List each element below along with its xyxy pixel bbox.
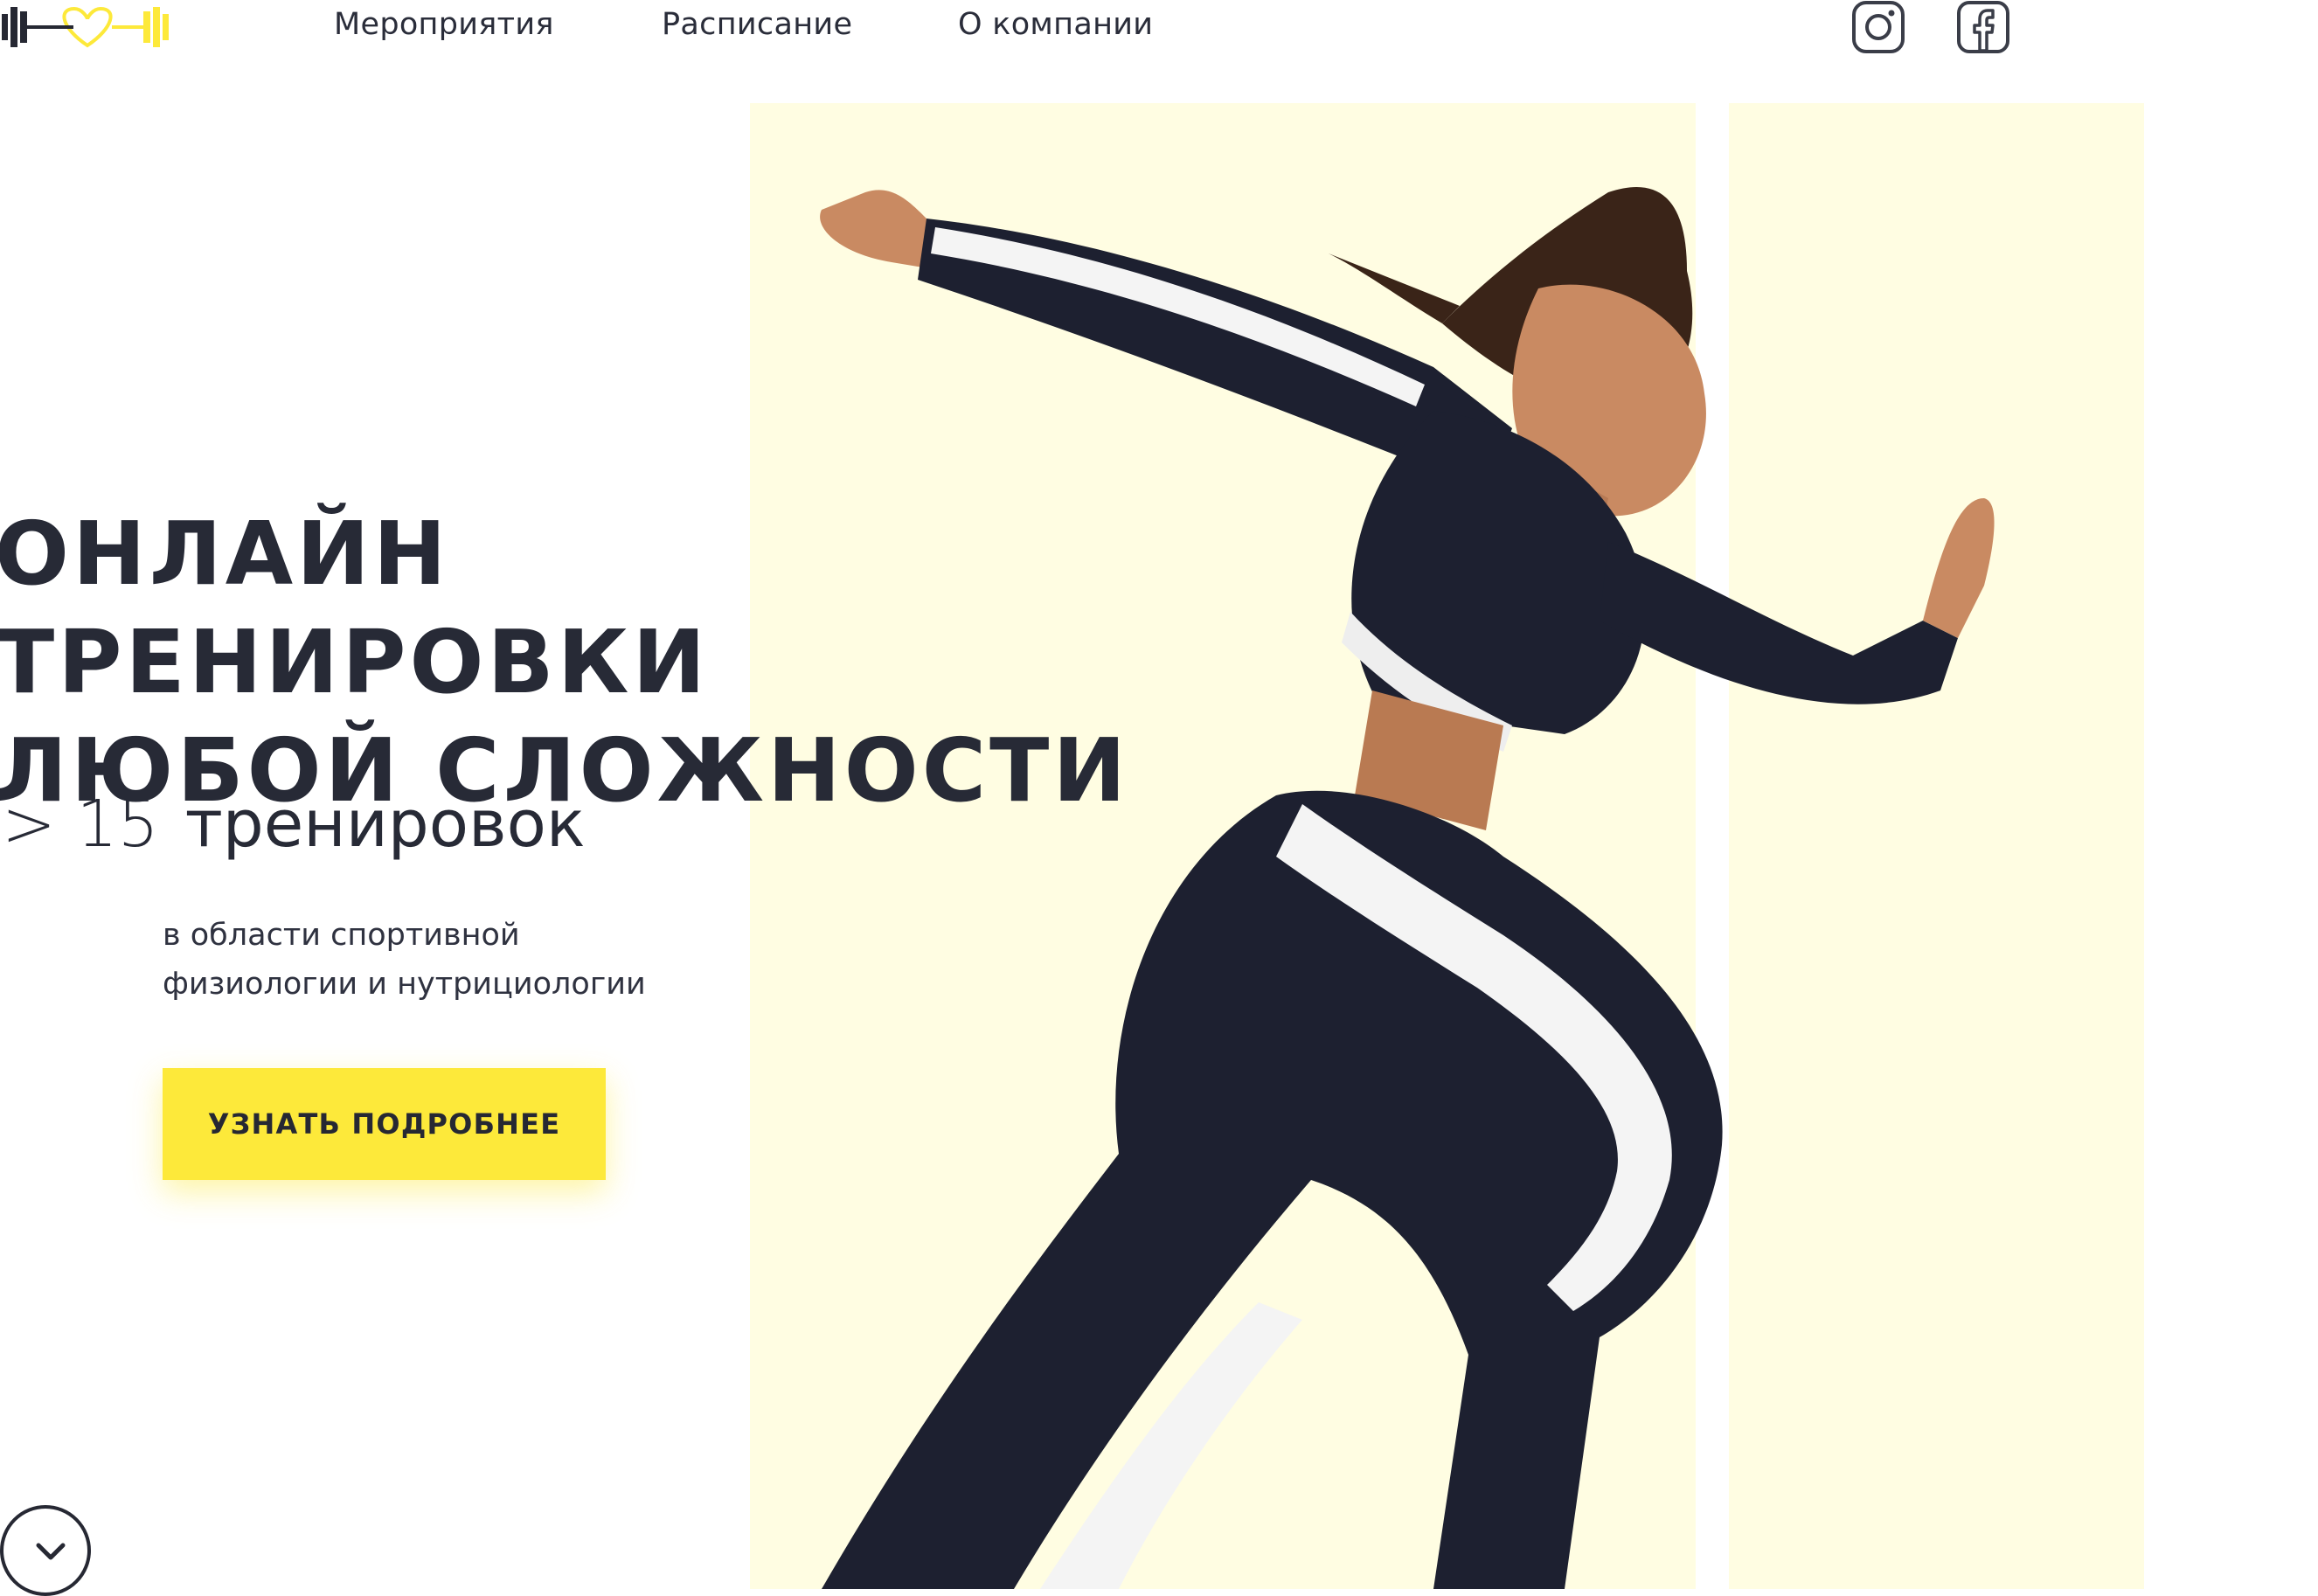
nav-link-events[interactable]: Мероприятия xyxy=(334,7,554,42)
stat-block: > 15 тренировок xyxy=(2,787,586,862)
athlete-sprinting-photo xyxy=(820,187,1995,1589)
subtext-line-2: физиологии и нутрициологии xyxy=(163,967,646,1002)
nav-link-schedule[interactable]: Расписание xyxy=(662,7,852,42)
nav-link-about[interactable]: О компании xyxy=(958,7,1153,42)
stat-number: > 15 xyxy=(2,787,159,862)
scroll-down-button[interactable] xyxy=(0,1505,91,1596)
learn-more-button[interactable]: УЗНАТЬ ПОДРОБНЕЕ xyxy=(163,1068,606,1180)
stat-label: тренировок xyxy=(184,787,586,862)
chevron-down-icon xyxy=(36,1543,66,1560)
instagram-icon[interactable] xyxy=(1851,0,1905,54)
logo[interactable] xyxy=(0,0,175,54)
subtext-line-1: в области спортивной xyxy=(163,918,520,953)
headline-line-1: Онлайн тренировки xyxy=(0,503,710,713)
facebook-icon[interactable] xyxy=(1956,0,2010,54)
hero-headline: Онлайн тренировки любой сложности xyxy=(0,500,1149,825)
hero-subtext: в области спортивной физиологии и нутриц… xyxy=(163,911,792,1009)
